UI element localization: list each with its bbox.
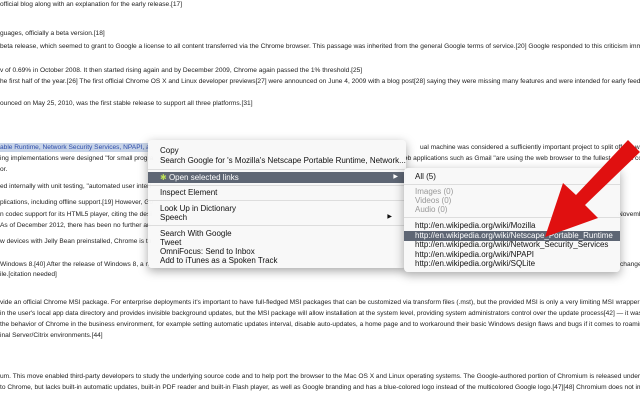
red-arrow-annotation-icon — [545, 140, 640, 237]
